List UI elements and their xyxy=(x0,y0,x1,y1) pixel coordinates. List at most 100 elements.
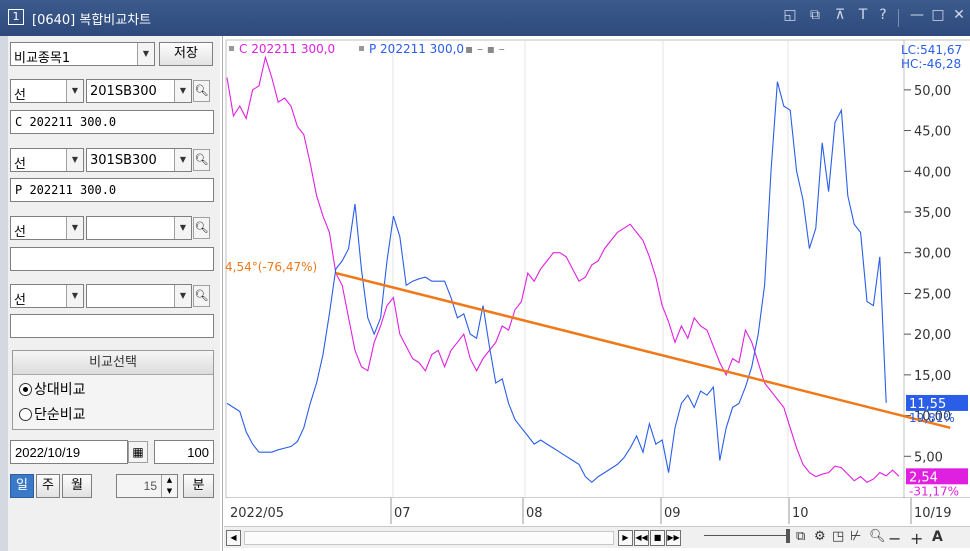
play-icon[interactable]: ▶ xyxy=(618,530,633,546)
zoom-in-icon[interactable]: + xyxy=(910,529,923,548)
item-name-field-4[interactable] xyxy=(10,314,214,338)
date-value: 2022/10/19 xyxy=(15,445,81,460)
calendar-icon[interactable]: ▦ xyxy=(128,441,148,463)
period-day-button[interactable]: 일 xyxy=(10,474,34,498)
search-icon[interactable]: 🔍︎ xyxy=(193,285,210,307)
price-tag-value: 2,54 xyxy=(909,470,938,485)
trendline-label: 4,54°(-76,47%) xyxy=(225,260,317,274)
minute-button[interactable]: 분 xyxy=(183,474,214,498)
search-icon[interactable]: 🔍︎ xyxy=(193,217,210,239)
item-name-field-3[interactable] xyxy=(10,247,214,271)
trend-tool-icon[interactable]: ⊬ xyxy=(850,529,861,544)
legend-marker xyxy=(359,46,364,51)
x-tick-label: 10/19 xyxy=(914,506,951,521)
radio-selected-icon[interactable] xyxy=(19,383,32,396)
x-tick-label: 07 xyxy=(394,506,411,521)
font-icon[interactable]: T xyxy=(854,7,872,23)
item-code-value: 201SB300 xyxy=(90,84,157,99)
series-line xyxy=(226,55,900,483)
line-type-select-3[interactable]: 선 ▼ xyxy=(10,216,84,240)
duplicate-window-icon[interactable]: ⧉ xyxy=(806,7,824,23)
line-type-value: 선 xyxy=(14,88,26,103)
item-code-select-1[interactable]: 201SB300 ▼ xyxy=(86,79,192,103)
compare-mode-title: 비교선택 xyxy=(13,351,213,375)
zoom-out-icon[interactable]: − xyxy=(888,529,901,548)
count-field[interactable]: 100 xyxy=(154,440,214,464)
item-code-select-2[interactable]: 301SB300 ▼ xyxy=(86,148,192,172)
chevron-down-icon[interactable]: ▼ xyxy=(174,217,191,239)
line-type-select-2[interactable]: 선 ▼ xyxy=(10,148,84,172)
item-code-value: 301SB300 xyxy=(90,153,157,168)
line-type-value: 선 xyxy=(14,293,26,308)
item-name-field-2[interactable]: P 202211 300.0 xyxy=(10,178,214,202)
chart-toolbar: ◀ ▶ ◀◀ ■ ▶▶ ⧉ ⚙ ◳ ⊬ 🔍︎ − + A xyxy=(224,526,970,548)
stop-icon[interactable]: ■ xyxy=(650,530,665,546)
close-icon[interactable]: ✕ xyxy=(950,7,968,23)
window-title: [0640] 복합비교차트 xyxy=(32,13,152,28)
trendline xyxy=(335,271,951,429)
chevron-down-icon[interactable]: ▼ xyxy=(174,149,191,171)
y-tick-label: 25,00 xyxy=(914,287,951,302)
radio-label: 상대비교 xyxy=(34,382,86,398)
fast-forward-icon[interactable]: ▶▶ xyxy=(666,530,681,546)
comparison-chart[interactable]: C 202211 300,0 P 202211 300,0 ▪ – ▪ – 50,0… xyxy=(223,36,970,551)
search-icon[interactable]: 🔍︎ xyxy=(193,149,210,171)
minimize-icon[interactable]: — xyxy=(908,7,926,23)
item-code-select-3[interactable]: ▼ xyxy=(86,216,192,240)
radio-unselected-icon[interactable] xyxy=(19,408,32,421)
horizontal-scrollbar[interactable] xyxy=(244,531,614,545)
chevron-down-icon[interactable]: ▼ xyxy=(137,43,154,65)
rewind-icon[interactable]: ◀◀ xyxy=(634,530,649,546)
legend-marker xyxy=(229,46,234,51)
chevron-down-icon[interactable]: ▼ xyxy=(66,217,83,239)
item-code-select-4[interactable]: ▼ xyxy=(86,284,192,308)
price-tag-pct: -31,17% xyxy=(909,484,959,498)
plot-border xyxy=(225,39,905,499)
search-icon[interactable]: 🔍︎ xyxy=(193,80,210,102)
period-week-button[interactable]: 주 xyxy=(36,474,60,498)
x-tick-label: 09 xyxy=(664,506,681,521)
help-icon[interactable]: ? xyxy=(874,7,892,23)
hc-label: HC:-46,28 xyxy=(901,57,961,71)
chart-frame[interactable]: C 202211 300,0 P 202211 300,0 ▪ – ▪ – 50,0… xyxy=(222,36,970,551)
scroll-left-icon[interactable]: ◀ xyxy=(226,530,241,546)
zoom-search-icon[interactable]: 🔍︎ xyxy=(869,529,886,544)
y-tick-label: 50,00 xyxy=(914,84,951,99)
item-name-field-1[interactable]: C 202211 300.0 xyxy=(10,110,214,134)
line-type-select-4[interactable]: 선 ▼ xyxy=(10,284,84,308)
window-title-bar[interactable]: 1 [0640] 복합비교차트 ◱ ⧉ ⊼ T ? — □ ✕ xyxy=(0,0,970,36)
radio-relative-compare[interactable]: 상대비교 xyxy=(19,379,86,399)
item-name-value: C 202211 300.0 xyxy=(15,115,117,129)
minute-stepper[interactable]: 15 ▲ ▼ xyxy=(116,474,178,498)
chevron-down-icon[interactable]: ▼ xyxy=(66,285,83,307)
y-tick-label: 40,00 xyxy=(914,165,951,180)
save-button[interactable]: 저장 xyxy=(159,42,213,66)
lc-label: LC:541,67 xyxy=(901,43,962,57)
chevron-down-icon[interactable]: ▼ xyxy=(66,80,83,102)
settings-icon[interactable]: ⚙ xyxy=(814,529,826,544)
window-number-badge: 1 xyxy=(8,9,24,25)
compare-item-select[interactable]: 비교종목1 ▼ xyxy=(10,42,155,66)
zoom-slider-thumb[interactable] xyxy=(786,529,790,543)
line-type-select-1[interactable]: 선 ▼ xyxy=(10,79,84,103)
window-icon[interactable]: ◳ xyxy=(832,529,844,544)
chevron-down-icon[interactable]: ▼ xyxy=(174,285,191,307)
pin-icon[interactable]: ⊼ xyxy=(831,7,849,23)
chevron-down-icon[interactable]: ▼ xyxy=(174,80,191,102)
legend-entry: P 202211 300,0 xyxy=(369,42,464,56)
zoom-slider-track[interactable] xyxy=(704,535,786,536)
y-tick-label: 20,00 xyxy=(914,328,951,343)
y-axis-panel xyxy=(903,39,970,499)
layout-icon[interactable]: ◱ xyxy=(781,7,799,23)
left-edge-strip xyxy=(0,36,8,551)
maximize-icon[interactable]: □ xyxy=(929,7,947,23)
radio-simple-compare[interactable]: 단순비교 xyxy=(19,404,86,424)
copy-icon[interactable]: ⧉ xyxy=(796,529,805,544)
date-field[interactable]: 2022/10/19 xyxy=(10,440,128,464)
chevron-down-icon[interactable]: ▼ xyxy=(66,149,83,171)
y-tick-label: 35,00 xyxy=(914,206,951,221)
period-month-button[interactable]: 월 xyxy=(62,474,92,498)
stepper-arrows-icon[interactable]: ▲ ▼ xyxy=(161,475,177,497)
chart-legend: C 202211 300,0 P 202211 300,0 ▪ – ▪ – xyxy=(229,42,505,56)
text-tool-icon[interactable]: A xyxy=(932,529,943,545)
